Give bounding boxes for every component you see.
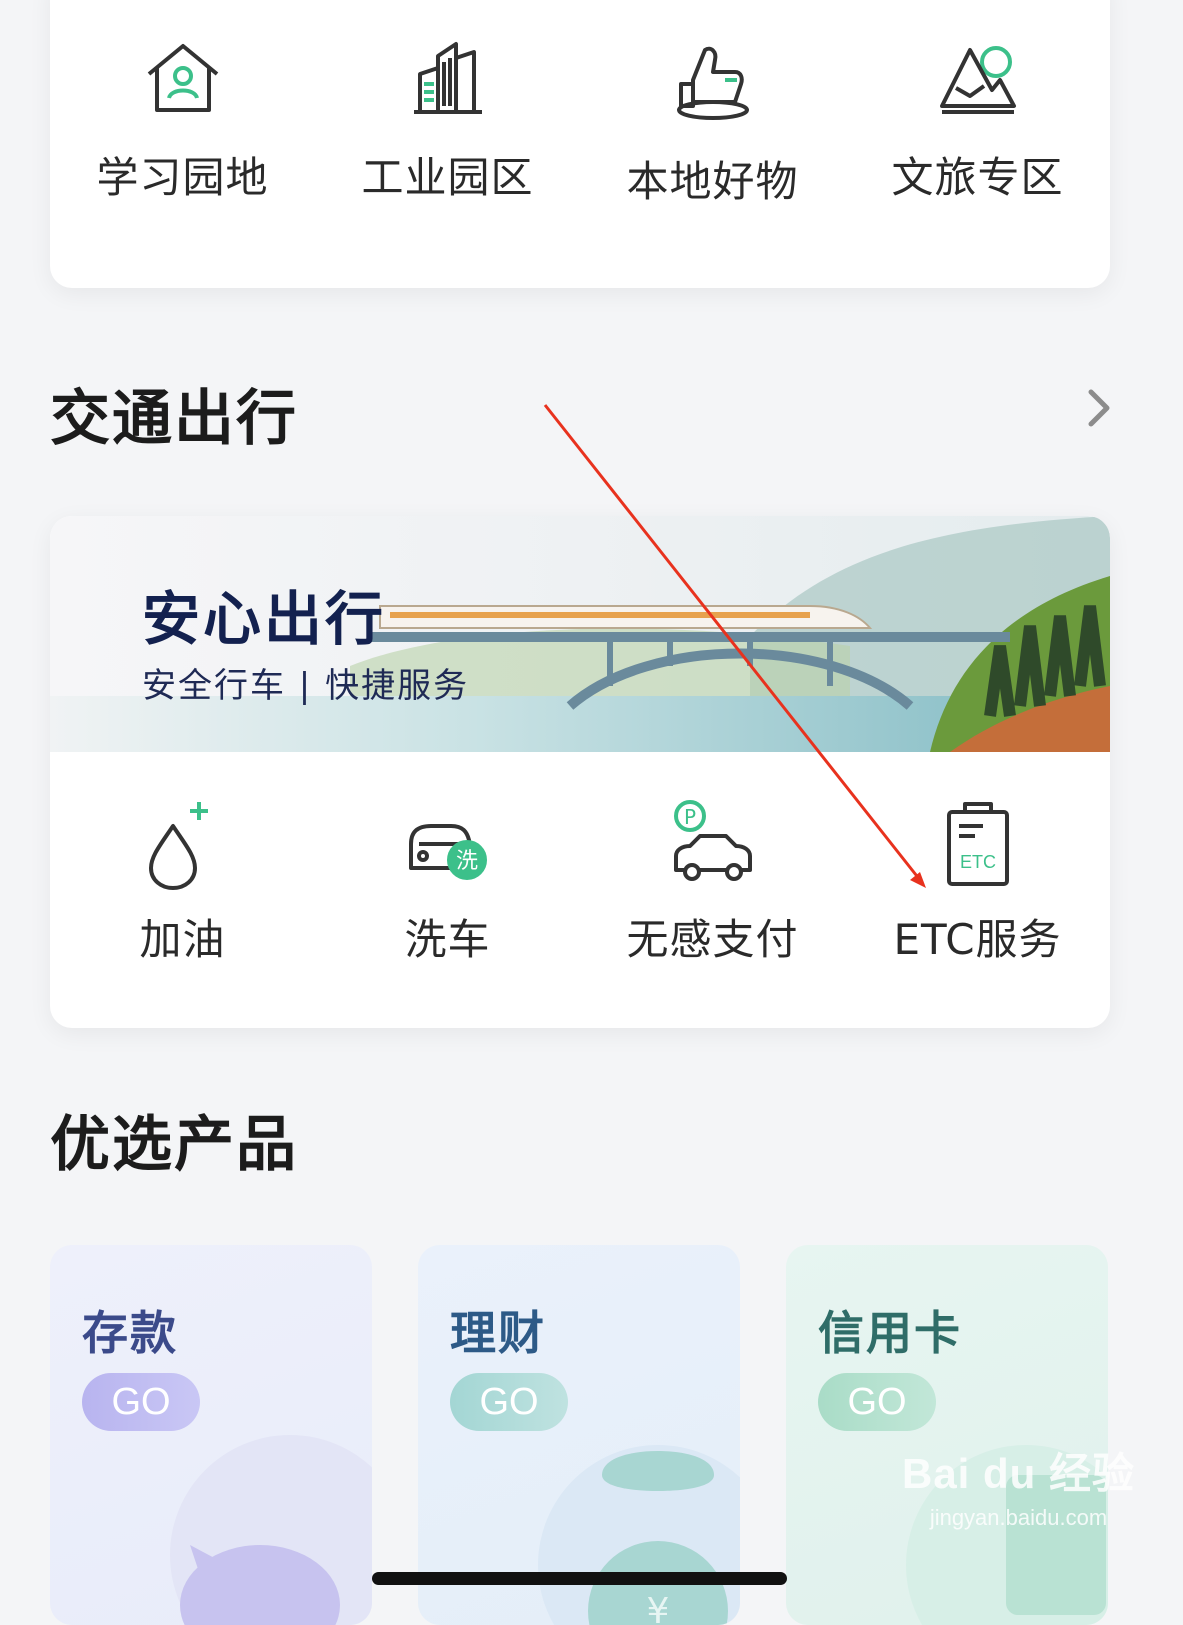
grid-item-label: 工业园区 (361, 153, 534, 202)
svg-text:P: P (683, 805, 695, 829)
transport-item-label: 洗车 (404, 915, 491, 964)
transport-item-label: 加油 (139, 915, 226, 964)
go-button[interactable]: GO (818, 1373, 936, 1431)
grid-item-study[interactable]: 学习园地 (50, 40, 315, 209)
watermark-brand: Bai du 经验 (901, 1450, 1135, 1497)
go-button[interactable]: GO (82, 1373, 200, 1431)
house-person-icon (143, 40, 223, 116)
product-title: 理财 (450, 1306, 546, 1360)
product-card-credit-card[interactable]: 信用卡 GO (786, 1245, 1108, 1625)
product-card-wealth[interactable]: ¥ 理财 GO (418, 1245, 740, 1625)
grid-item-label: 本地好物 (626, 157, 799, 206)
transport-item-label: 无感支付 (626, 915, 799, 964)
products-row: 存款 GO ¥ 理财 GO 信用卡 GO (50, 1245, 1110, 1625)
product-card-deposit[interactable]: 存款 GO (50, 1245, 372, 1625)
section-title-products: 优选产品 (50, 1110, 298, 1180)
go-button[interactable]: GO (450, 1373, 568, 1431)
buildings-icon (408, 40, 488, 116)
product-title: 存款 (82, 1306, 178, 1360)
transport-item-label: ETC服务 (893, 915, 1062, 964)
quick-access-grid: 学习园地 工业园区 本地好物 文旅专区 (50, 40, 1110, 209)
grid-item-local-goods[interactable]: 本地好物 (580, 40, 845, 209)
fuel-drop-icon (143, 798, 223, 890)
baidu-watermark: Bai du 经验 jingyan.baidu.com (902, 1440, 1135, 1531)
watermark-url: jingyan.baidu.com (929, 1505, 1108, 1530)
car-wash-icon: 洗 (405, 798, 491, 890)
banner-subtitle: 安全行车 | 快捷服务 (142, 666, 470, 706)
quick-access-card: 学习园地 工业园区 本地好物 文旅专区 (50, 0, 1110, 288)
grid-item-label: 学习园地 (96, 153, 269, 202)
home-indicator (372, 1572, 787, 1585)
banner-title: 安心出行 (142, 585, 387, 653)
chevron-right-icon[interactable] (1087, 388, 1111, 432)
transport-item-seamless-pay[interactable]: P 无感支付 (580, 798, 845, 967)
parking-car-icon: P (670, 798, 756, 890)
grid-item-culture-tourism[interactable]: 文旅专区 (845, 40, 1110, 209)
thumbs-up-icon (673, 40, 753, 120)
grid-item-industrial-park[interactable]: 工业园区 (315, 40, 580, 209)
transport-card: 安心出行 安全行车 | 快捷服务 加油 洗 洗车 P 无感支付 ETC ETC服… (50, 516, 1110, 1028)
travel-banner[interactable]: 安心出行 安全行车 | 快捷服务 (50, 516, 1110, 752)
transport-item-etc[interactable]: ETC ETC服务 (845, 798, 1110, 967)
etc-clipboard-icon: ETC (943, 798, 1013, 890)
svg-text:洗: 洗 (455, 849, 477, 874)
svg-text:¥: ¥ (647, 1591, 670, 1625)
mountain-sun-icon (936, 40, 1020, 116)
transport-item-fuel[interactable]: 加油 (50, 798, 315, 967)
product-title: 信用卡 (818, 1306, 962, 1360)
transport-item-car-wash[interactable]: 洗 洗车 (315, 798, 580, 967)
transport-grid: 加油 洗 洗车 P 无感支付 ETC ETC服务 (50, 798, 1110, 967)
svg-text:ETC: ETC (960, 852, 996, 872)
section-title-transport: 交通出行 (50, 384, 298, 454)
grid-item-label: 文旅专区 (891, 153, 1064, 202)
